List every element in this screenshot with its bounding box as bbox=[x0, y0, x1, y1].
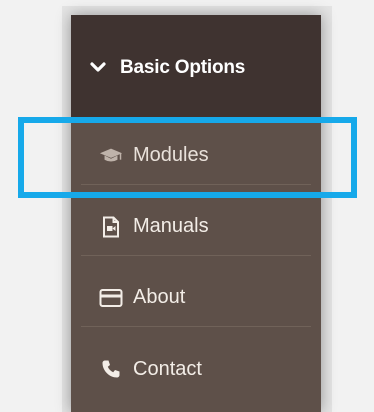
menu-item-about[interactable]: About bbox=[81, 269, 311, 327]
basic-options-header[interactable]: Basic Options bbox=[71, 15, 321, 120]
menu-item-label: Modules bbox=[133, 144, 209, 166]
menu-item-label: Contact bbox=[133, 357, 202, 380]
menu-item-modules[interactable]: Modules bbox=[81, 127, 311, 185]
menu-item-label: Manuals bbox=[133, 215, 209, 237]
phone-icon bbox=[99, 358, 123, 380]
menu-item-manuals[interactable]: Manuals bbox=[81, 198, 311, 256]
chevron-down-icon bbox=[90, 60, 106, 76]
basic-options-menu: Basic Options Modules Manuals About Cont… bbox=[71, 15, 321, 412]
menu-header-title: Basic Options bbox=[120, 56, 246, 78]
menu-item-contact[interactable]: Contact bbox=[81, 340, 311, 398]
menu-item-label: About bbox=[133, 286, 186, 308]
graduation-cap-icon bbox=[99, 145, 123, 167]
card-icon bbox=[99, 287, 123, 309]
document-icon bbox=[99, 216, 123, 238]
